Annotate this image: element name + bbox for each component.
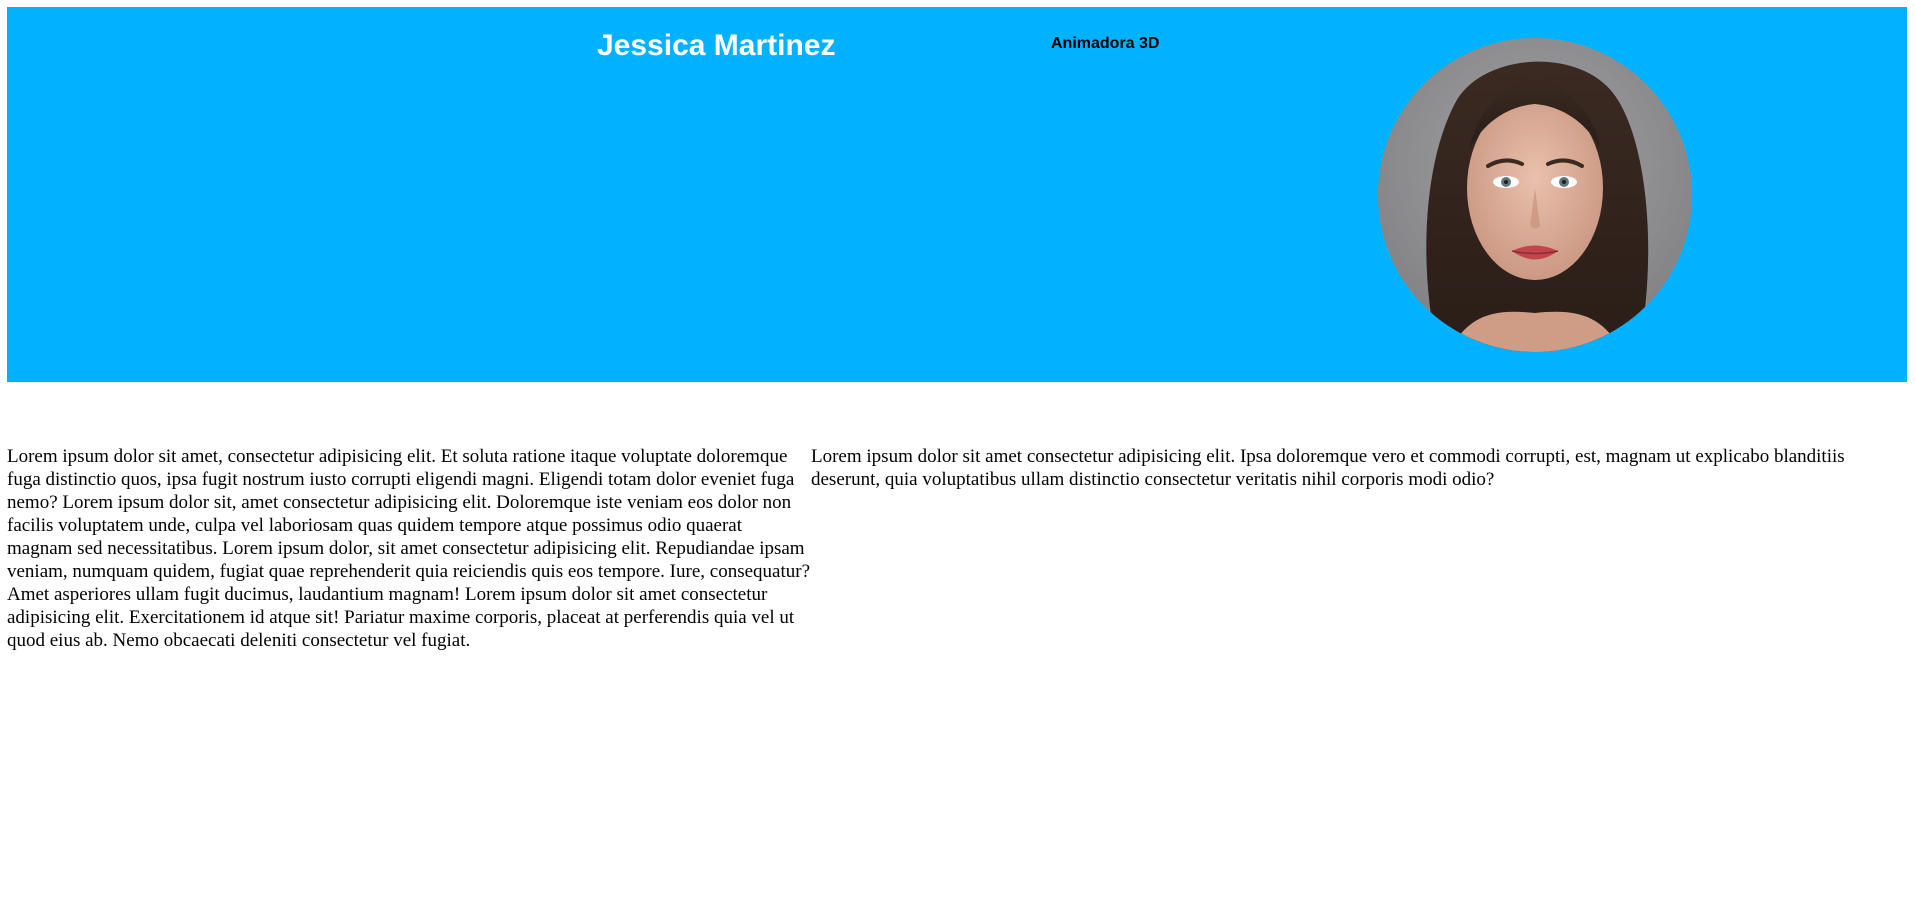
profile-header: Jessica Martinez Animadora 3D xyxy=(7,7,1907,382)
profile-name: Jessica Martinez xyxy=(597,29,836,62)
right-paragraph: Lorem ipsum dolor sit amet consectetur a… xyxy=(811,446,1845,490)
portrait-photo-icon xyxy=(1378,38,1692,352)
content-columns: Lorem ipsum dolor sit amet, consectetur … xyxy=(7,445,1907,652)
page: Jessica Martinez Animadora 3D Lorem ipsu… xyxy=(0,0,1915,906)
avatar xyxy=(1378,38,1692,352)
left-paragraph: Lorem ipsum dolor sit amet, consectetur … xyxy=(7,446,811,651)
profile-role: Animadora 3D xyxy=(1051,35,1160,52)
